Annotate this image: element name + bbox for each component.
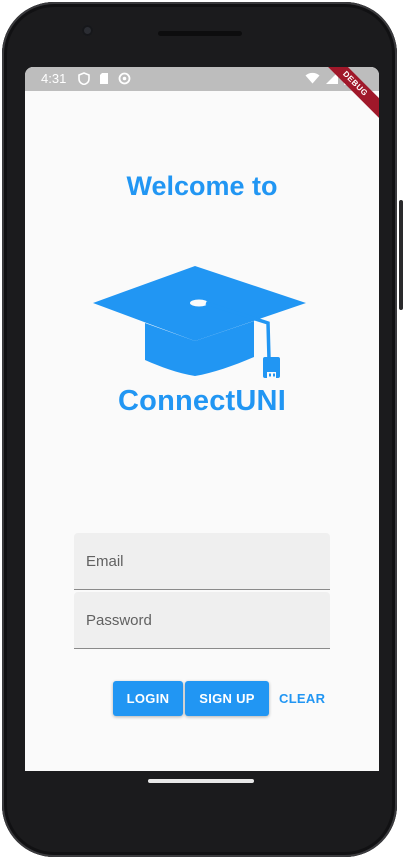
home-gesture-bar[interactable] — [148, 779, 254, 783]
shield-icon — [78, 72, 90, 85]
status-bar: 4:31 — [25, 67, 379, 91]
email-field[interactable] — [74, 533, 330, 590]
app-screen: 4:31 DEBUG Welcome to ConnectUNI Email L… — [25, 67, 379, 771]
phone-frame: 4:31 DEBUG Welcome to ConnectUNI Email L… — [0, 0, 403, 861]
status-time: 4:31 — [41, 71, 67, 86]
login-button[interactable]: LOGIN — [113, 681, 183, 716]
sync-icon — [118, 72, 131, 85]
status-icons-left — [78, 72, 131, 85]
password-field[interactable] — [74, 592, 330, 649]
email-input[interactable] — [74, 533, 330, 589]
password-input[interactable] — [74, 592, 330, 648]
brand-wordmark: ConnectUNI — [118, 385, 286, 417]
earpiece-speaker — [158, 31, 242, 36]
welcome-title: Welcome to — [126, 171, 278, 201]
front-camera — [82, 25, 93, 36]
wifi-icon — [305, 72, 320, 84]
power-button — [399, 200, 403, 310]
sd-card-icon — [100, 73, 108, 84]
sign-up-button[interactable]: SIGN UP — [185, 681, 269, 716]
clear-button[interactable]: CLEAR — [273, 681, 325, 716]
